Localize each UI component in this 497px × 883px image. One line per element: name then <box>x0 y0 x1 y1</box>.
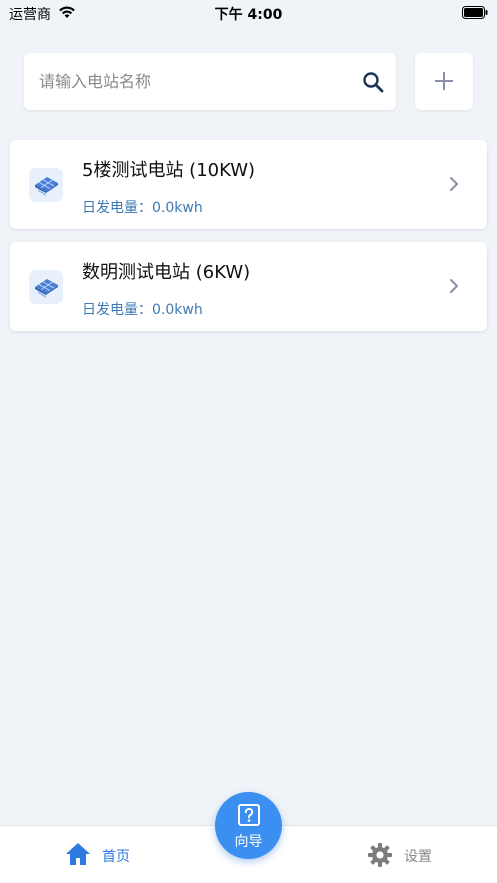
add-station-button[interactable] <box>415 53 473 110</box>
solar-panel-icon <box>29 168 63 202</box>
add-icon <box>435 72 453 90</box>
station-name: 5楼测试电站 (10KW) <box>82 160 256 181</box>
search-icon[interactable] <box>362 71 384 93</box>
tab-settings-label: 设置 <box>404 849 432 865</box>
daily-power-label: 日发电量：0.0kwh <box>82 200 203 216</box>
search-box <box>24 53 396 110</box>
status-bar: 运营商 下午 4:00 <box>0 0 497 26</box>
guide-button[interactable]: 向导 <box>215 792 282 859</box>
station-card[interactable]: 数明测试电站 (6KW) 日发电量：0.0kwh <box>10 242 487 331</box>
search-input[interactable] <box>39 53 349 110</box>
daily-power-label: 日发电量：0.0kwh <box>82 302 203 318</box>
status-time: 下午 4:00 <box>214 7 283 23</box>
solar-panel-icon <box>29 270 63 304</box>
battery-icon <box>462 6 488 19</box>
tab-settings[interactable]: 设置 <box>362 826 482 883</box>
station-name: 数明测试电站 (6KW) <box>82 262 251 283</box>
tab-home-label: 首页 <box>102 849 130 865</box>
gear-icon <box>368 843 392 867</box>
help-icon <box>238 804 260 826</box>
chevron-right-icon <box>450 177 458 191</box>
chevron-right-icon <box>450 279 458 293</box>
home-icon <box>66 843 90 865</box>
tab-home[interactable]: 首页 <box>60 826 180 883</box>
station-card[interactable]: 5楼测试电站 (10KW) 日发电量：0.0kwh <box>10 140 487 229</box>
station-list-screen: 运营商 下午 4:00 请输入电站名称 5楼测试电站 (10KW) 日发电量：0… <box>0 0 497 883</box>
guide-label: 向导 <box>234 834 263 850</box>
